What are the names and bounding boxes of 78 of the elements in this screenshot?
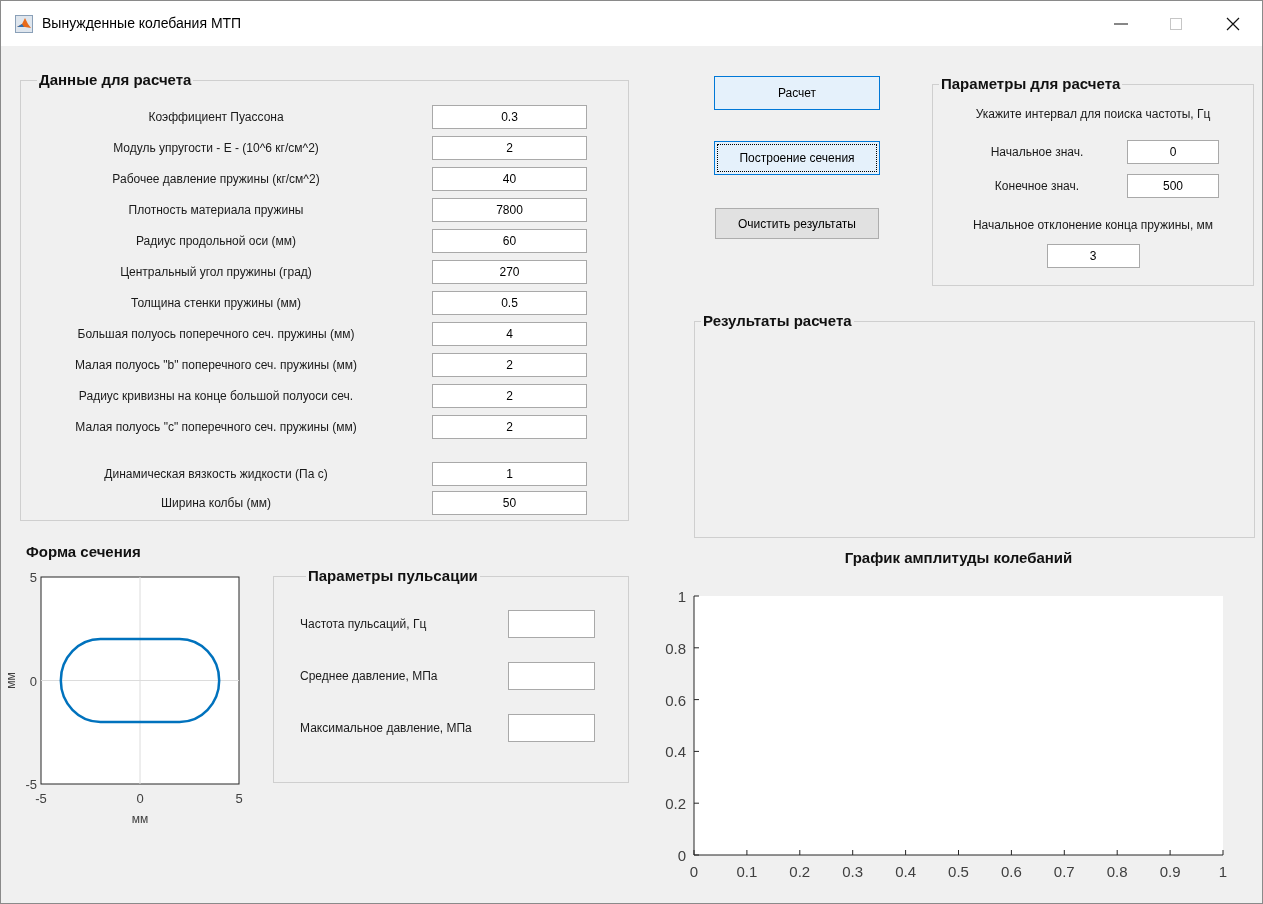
tick-label: 0 xyxy=(689,863,699,880)
field-label: Максимальное давление, МПа xyxy=(300,720,473,737)
input-field[interactable]: 0.5 xyxy=(432,291,587,315)
tick-label: 1 xyxy=(1218,863,1228,880)
input-field[interactable]: 270 xyxy=(432,260,587,284)
field-label: Малая полуось "с" поперечного сеч. пружины (мм) xyxy=(74,419,358,436)
field-label: Плотность материала пружины xyxy=(127,202,305,219)
window-title: Вынужденные колебания МТП xyxy=(42,14,242,33)
field-label: Среднее давление, МПа xyxy=(300,668,439,685)
field-label: Частота пульсаций, Гц xyxy=(300,616,428,633)
tick-label: 0.4 xyxy=(665,743,686,761)
field-label: Большая полуось поперечного сеч. пружины (мм) xyxy=(76,326,356,343)
action-button[interactable]: Построение сечения xyxy=(714,141,880,175)
tick-label: 1 xyxy=(677,588,686,605)
action-button[interactable]: Очистить результаты xyxy=(715,208,879,239)
close-icon[interactable] xyxy=(1226,16,1240,31)
input-field[interactable]: 2 xyxy=(432,353,587,377)
tick-label: 0.8 xyxy=(665,639,686,657)
input-field[interactable]: 0.3 xyxy=(432,105,587,129)
field-label: Начальное знач. xyxy=(989,144,1085,161)
input-field[interactable]: 2 xyxy=(432,415,587,439)
plot-title: Форма сечения xyxy=(26,543,142,561)
input-field[interactable] xyxy=(508,662,595,690)
field-label: Начальное отклонение конца пружины, мм xyxy=(972,217,1214,234)
tick-label: 0.7 xyxy=(1053,863,1075,880)
input-field[interactable]: 3 xyxy=(1046,244,1140,268)
chart-title: График амплитуды колебаний xyxy=(844,549,1073,566)
minimize-icon[interactable] xyxy=(1114,22,1128,25)
panel-title: Результаты расчета xyxy=(703,312,852,329)
field-label: Толщина стенки пружины (мм) xyxy=(130,295,302,312)
tick-label: 5 xyxy=(235,791,243,806)
tick-label: 0.1 xyxy=(736,863,758,880)
tick-label: 0 xyxy=(677,847,686,864)
input-field[interactable]: 60 xyxy=(432,229,587,253)
axis-label: мм xyxy=(4,672,18,689)
panel-title: Параметры для расчета xyxy=(941,75,1121,92)
input-field[interactable] xyxy=(508,610,595,638)
tick-label: 0.5 xyxy=(948,863,969,880)
panel-title: Данные для расчета xyxy=(39,71,192,88)
field-label: Радиус продольной оси (мм) xyxy=(135,233,297,250)
tick-label: 0.4 xyxy=(895,863,917,880)
input-field[interactable]: 2 xyxy=(432,384,587,408)
input-field[interactable]: 40 xyxy=(432,167,587,191)
input-field[interactable]: 50 xyxy=(432,491,587,515)
input-field[interactable] xyxy=(508,714,595,742)
input-field[interactable]: 2 xyxy=(432,136,587,160)
tick-label: 0.6 xyxy=(1000,863,1022,880)
tick-label: 0 xyxy=(136,791,144,806)
tick-label: 0 xyxy=(29,673,37,689)
tick-label: 5 xyxy=(29,570,37,585)
axis-label: мм xyxy=(131,812,149,826)
field-label: Радиус кривизны на конце большой полуоси сеч. xyxy=(77,388,355,405)
maximize-icon[interactable] xyxy=(1170,17,1182,30)
field-label: Коэффициент Пуассона xyxy=(147,109,285,126)
action-button[interactable]: Расчет xyxy=(714,76,880,110)
field-label: Рабочее давление пружины (кг/см^2) xyxy=(111,171,321,188)
field-label: Модуль упругости - Е - (10^6 кг/см^2) xyxy=(112,140,320,157)
field-label: Динамическая вязкость жидкости (Па с) xyxy=(103,466,329,483)
tick-label: 0.2 xyxy=(665,795,686,813)
input-field[interactable]: 4 xyxy=(432,322,587,346)
tick-label: -5 xyxy=(35,791,47,806)
tick-label: 0.9 xyxy=(1159,863,1181,880)
tick-label: 0.2 xyxy=(789,863,811,880)
input-field[interactable]: 1 xyxy=(432,462,587,486)
field-label: Малая полуось "b" поперечного сеч. пружины (мм) xyxy=(74,357,358,374)
tick-label: 0.6 xyxy=(665,691,686,709)
input-field[interactable]: 500 xyxy=(1127,174,1219,198)
input-field[interactable]: 7800 xyxy=(432,198,587,222)
field-label: Конечное знач. xyxy=(993,178,1081,195)
field-label: Центральный угол пружины (град) xyxy=(119,264,313,281)
tick-label: 0.3 xyxy=(842,863,864,880)
field-label: Ширина колбы (мм) xyxy=(160,495,272,512)
tick-label: -5 xyxy=(25,777,37,792)
tick-label: 0.8 xyxy=(1106,863,1128,880)
hint-text: Укажите интервал для поиска частоты, Гц xyxy=(975,106,1211,123)
panel-title: Параметры пульсации xyxy=(308,567,478,584)
input-field[interactable]: 0 xyxy=(1127,140,1219,164)
app-icon xyxy=(15,14,33,33)
